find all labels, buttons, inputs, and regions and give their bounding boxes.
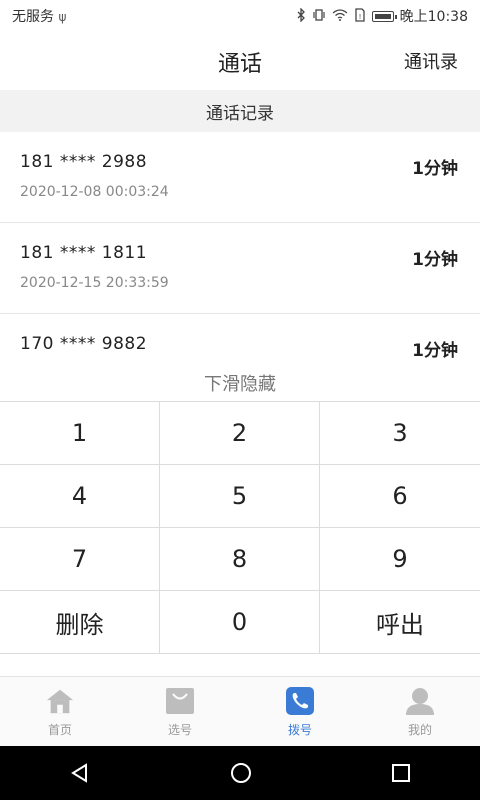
key-0[interactable]: 0 [160,591,320,654]
call-log-item[interactable]: 181 **** 1811 2020-12-15 20:33:59 1分钟 [0,223,480,314]
key-6[interactable]: 6 [320,465,480,528]
call-duration: 1分钟 [412,341,458,361]
call-duration: 1分钟 [412,159,458,179]
status-left: 无服务 ψ [12,6,66,26]
key-3[interactable]: 3 [320,402,480,465]
svg-text:!: ! [358,13,361,21]
nav-bar: 通话 通讯录 [0,32,480,90]
call-number: 181 **** 1811 [20,243,148,263]
tab-label: 选号 [167,723,192,737]
tab-dial[interactable]: 拨号 [240,677,360,747]
dial-keypad: 1 2 3 4 5 6 7 8 9 删除 0 呼出 [0,401,480,654]
home-circle-icon[interactable] [229,761,253,785]
key-7[interactable]: 7 [0,528,160,591]
call-number: 170 **** 9882 [20,334,148,354]
wifi-icon [332,8,348,24]
status-right: ! 晚上10:38 [296,6,468,26]
call-log-list: 181 **** 2988 2020-12-08 00:03:24 1分钟 18… [0,132,480,405]
back-icon[interactable] [69,762,91,784]
key-2[interactable]: 2 [160,402,320,465]
delete-button[interactable]: 删除 [0,591,160,654]
tab-label: 我的 [407,723,432,737]
carrier-text: 无服务 [12,9,54,25]
tab-label: 拨号 [287,723,312,737]
system-nav-bar [0,746,480,800]
clock-text: 晚上10:38 [399,9,468,25]
bluetooth-icon [296,6,306,25]
tab-profile[interactable]: 我的 [360,677,480,747]
tab-home[interactable]: 首页 [0,677,120,747]
vibrate-icon [312,8,326,25]
key-4[interactable]: 4 [0,465,160,528]
contacts-button[interactable]: 通讯录 [404,48,458,74]
usb-icon: ψ [58,10,67,24]
call-number: 181 **** 2988 [20,152,148,172]
phone-icon [285,687,315,715]
user-icon [405,687,435,715]
home-icon [45,687,75,715]
call-log-item[interactable]: 181 **** 2988 2020-12-08 00:03:24 1分钟 [0,132,480,223]
tab-select-number[interactable]: 选号 [120,677,240,747]
tab-label: 首页 [47,723,72,737]
status-bar: 无服务 ψ ! 晚上10:38 [0,0,480,32]
swipe-down-hide-hint[interactable]: 下滑隐藏 [0,370,480,400]
key-8[interactable]: 8 [160,528,320,591]
sim-icon: ! [354,7,366,25]
bottom-tab-bar: 首页 选号 拨号 我的 [0,676,480,747]
call-timestamp: 2020-12-15 20:33:59 [20,275,169,291]
call-button[interactable]: 呼出 [320,591,480,654]
battery-icon [371,10,397,22]
call-timestamp: 2020-12-08 00:03:24 [20,184,169,200]
key-1[interactable]: 1 [0,402,160,465]
call-duration: 1分钟 [412,250,458,270]
recents-square-icon[interactable] [391,763,411,783]
key-9[interactable]: 9 [320,528,480,591]
bag-icon [165,687,195,715]
key-5[interactable]: 5 [160,465,320,528]
call-log-header: 通话记录 [0,90,480,132]
